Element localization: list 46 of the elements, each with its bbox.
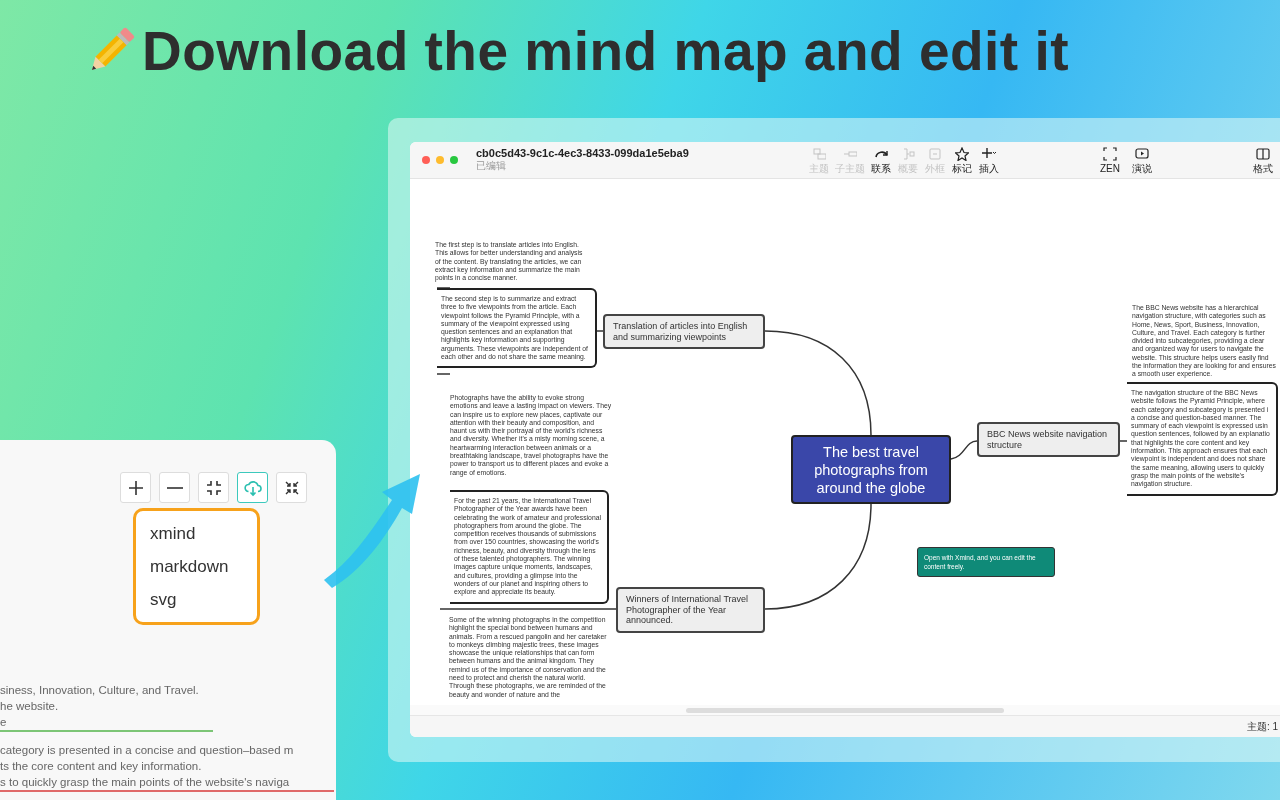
text-line: e bbox=[0, 714, 213, 732]
corners-icon bbox=[1103, 146, 1117, 161]
central-topic[interactable]: The best travel photographs from around the globe bbox=[791, 435, 951, 504]
text-line: he website. bbox=[0, 699, 60, 714]
close-button[interactable] bbox=[422, 156, 430, 164]
text-line: s to quickly grasp the main points of the website's naviga bbox=[0, 774, 334, 792]
minimize-button[interactable] bbox=[436, 156, 444, 164]
menu-item[interactable]: markdown bbox=[136, 556, 257, 577]
connector-line bbox=[436, 373, 451, 375]
toolbar-button[interactable]: 演说 bbox=[1129, 146, 1155, 174]
topic-node[interactable]: Winners of International Travel Photographer of the Year announced. bbox=[616, 587, 765, 633]
download-button[interactable] bbox=[237, 472, 268, 503]
toolbar-button[interactable]: 标记 bbox=[949, 146, 975, 174]
play-icon bbox=[1135, 146, 1149, 161]
fit-button[interactable] bbox=[198, 472, 229, 503]
headline: Download the mind map and edit it bbox=[142, 19, 1070, 83]
connector-line bbox=[950, 440, 978, 460]
connector-line bbox=[596, 330, 604, 332]
panel-icon bbox=[1256, 146, 1270, 161]
toolbar-button[interactable]: 格式 bbox=[1250, 146, 1276, 174]
topic-icon bbox=[812, 146, 826, 161]
text-line: category is presented in a concise and question–based m bbox=[0, 743, 295, 758]
topic-node[interactable]: BBC News website navigation structure bbox=[977, 422, 1120, 457]
menu-item[interactable]: xmind bbox=[136, 523, 257, 544]
zoom-in-button[interactable] bbox=[120, 472, 151, 503]
bracket-icon bbox=[901, 146, 915, 161]
menu-item[interactable]: svg bbox=[136, 589, 257, 610]
topic-node[interactable]: Translation of articles into English and summarizing viewpoints bbox=[603, 314, 765, 349]
status-text: 主题: 1 bbox=[1246, 719, 1278, 734]
zoom-button[interactable] bbox=[450, 156, 458, 164]
zoom-out-button[interactable] bbox=[159, 472, 190, 503]
window-subtitle: 已编辑 bbox=[476, 159, 507, 173]
connector-line bbox=[436, 287, 451, 289]
minus-icon bbox=[166, 486, 183, 489]
toolbar-button[interactable]: 插入 bbox=[976, 146, 1002, 174]
toolbar-button[interactable]: ZEN bbox=[1097, 146, 1123, 174]
frame-icon bbox=[928, 146, 942, 161]
window-title: cb0c5d43-9c1c-4ec3-8433-099da1e5eba9 bbox=[476, 147, 690, 159]
collapse-button[interactable] bbox=[276, 472, 307, 503]
plus-icon bbox=[982, 146, 996, 161]
connector-line bbox=[1119, 440, 1128, 442]
toolbar-button[interactable]: 联系 bbox=[868, 146, 894, 174]
scrollbar-thumb[interactable] bbox=[686, 707, 1004, 713]
text-line: ts the core content and key information. bbox=[0, 759, 203, 774]
text-line: siness, Innovation, Culture, and Travel. bbox=[0, 683, 200, 698]
star-icon bbox=[955, 146, 969, 161]
